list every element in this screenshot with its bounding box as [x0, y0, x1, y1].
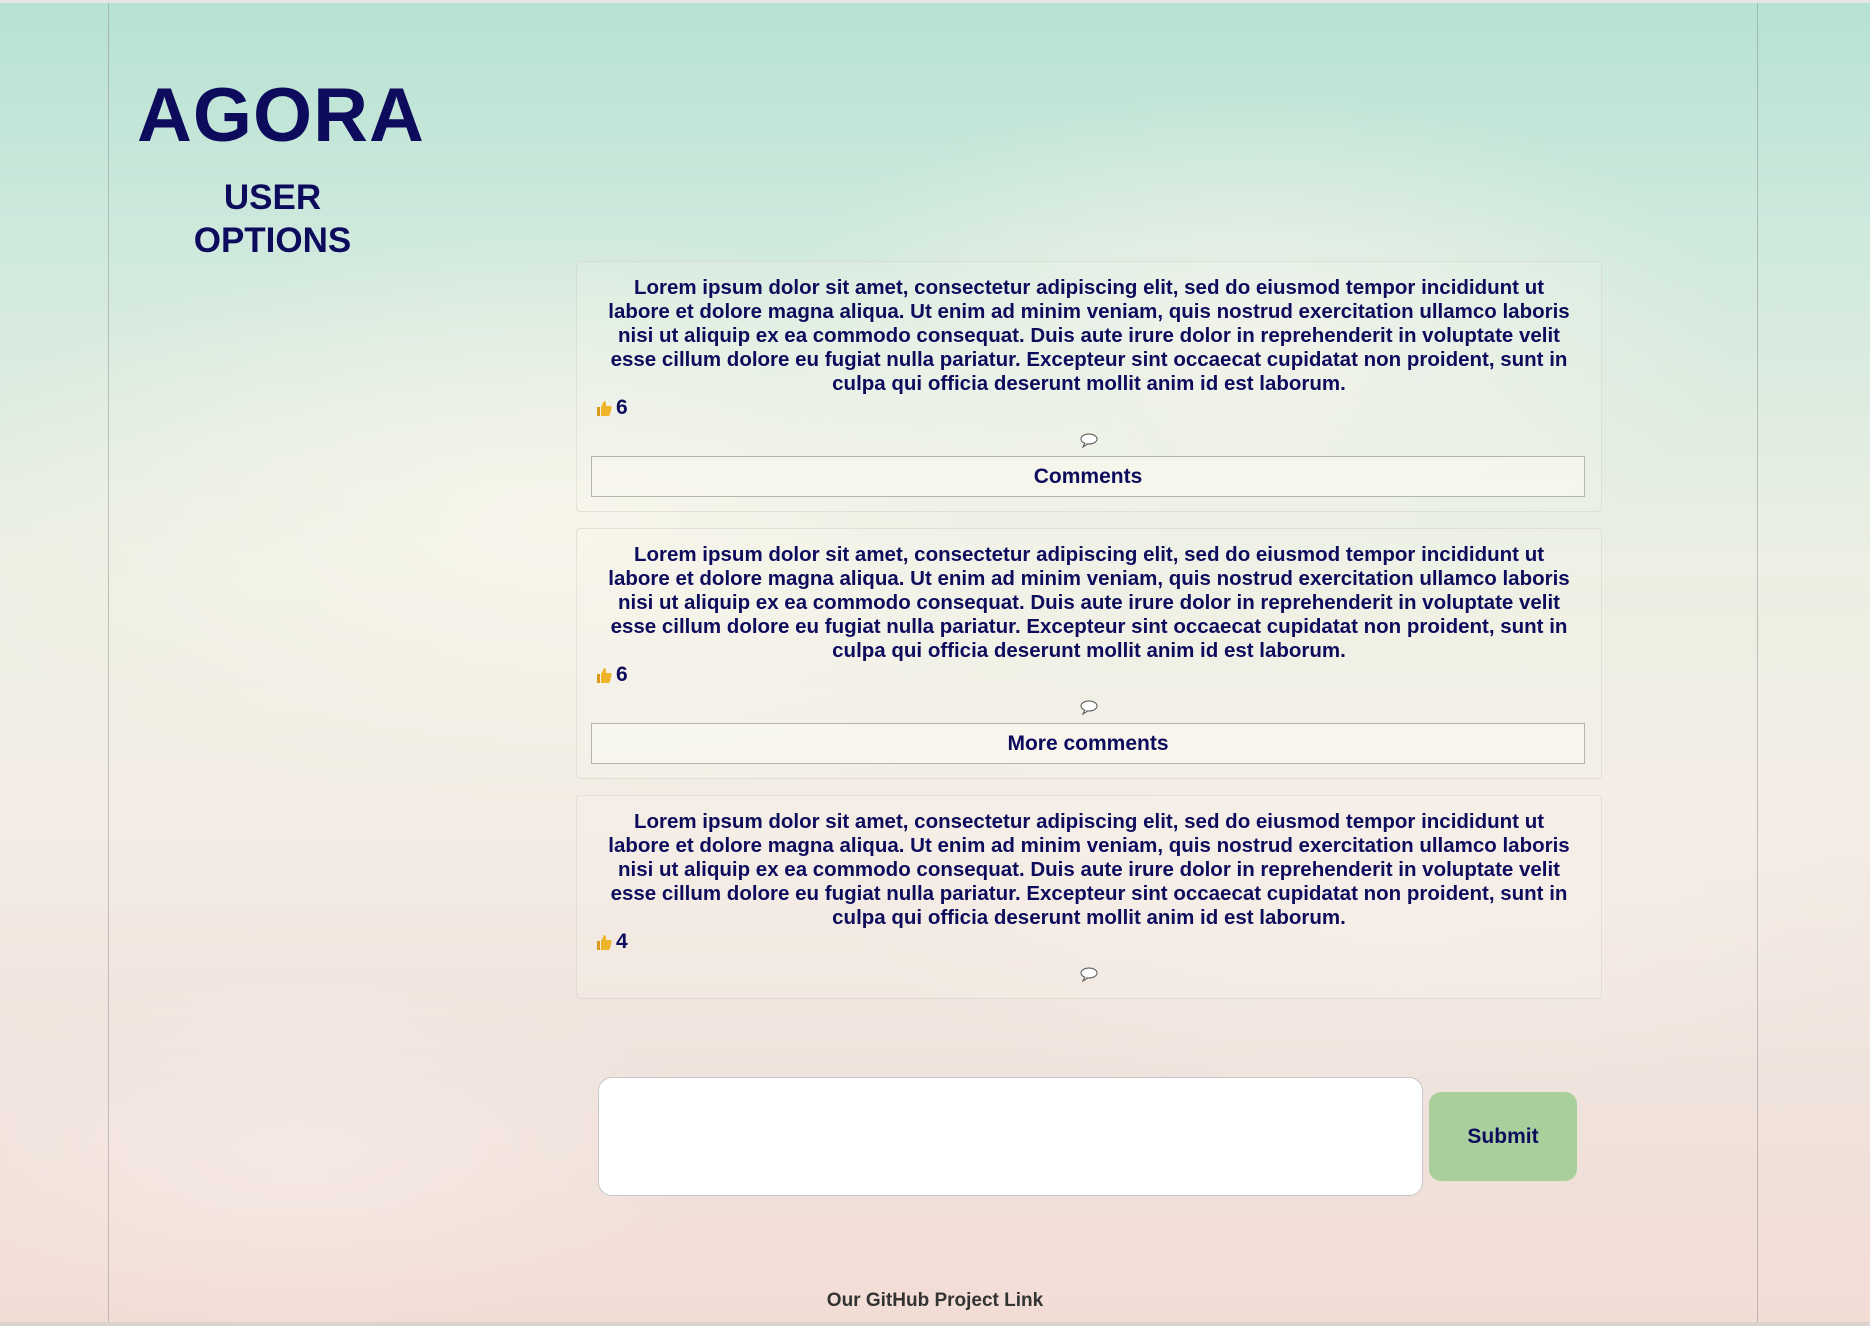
like-count: 4	[616, 930, 628, 953]
github-project-link[interactable]: Our GitHub Project Link	[0, 1290, 1870, 1312]
speech-bubble-icon[interactable]	[1079, 432, 1099, 448]
thumbs-up-icon[interactable]	[596, 666, 612, 684]
post-text: Lorem ipsum dolor sit amet, consectetur …	[608, 276, 1570, 395]
post-card: Lorem ipsum dolor sit amet, consectetur …	[576, 528, 1602, 779]
bottom-border	[0, 1322, 1870, 1326]
comments-button[interactable]: Comments	[591, 456, 1585, 497]
speech-bubble-icon[interactable]	[1079, 699, 1099, 715]
top-border	[0, 0, 1870, 3]
left-column-divider	[108, 3, 109, 1323]
post-card: Lorem ipsum dolor sit amet, consectetur …	[576, 795, 1602, 999]
like-counter[interactable]: 6	[591, 663, 1587, 687]
right-column-divider	[1757, 3, 1758, 1323]
more-comments-button[interactable]: More comments	[591, 723, 1585, 764]
site-title: AGORA	[137, 73, 425, 158]
thumbs-up-icon[interactable]	[596, 399, 612, 417]
like-counter[interactable]: 6	[591, 396, 1587, 420]
like-counter[interactable]: 4	[591, 930, 1587, 954]
like-count: 6	[616, 663, 628, 686]
thumbs-up-icon[interactable]	[596, 933, 612, 951]
submit-button[interactable]: Submit	[1429, 1092, 1577, 1181]
post-card: Lorem ipsum dolor sit amet, consectetur …	[576, 261, 1602, 512]
post-text: Lorem ipsum dolor sit amet, consectetur …	[608, 543, 1570, 662]
speech-bubble-icon[interactable]	[1079, 966, 1099, 982]
like-count: 6	[616, 396, 628, 419]
user-options-link[interactable]: USER OPTIONS	[175, 176, 370, 262]
post-input[interactable]	[598, 1077, 1423, 1196]
post-text: Lorem ipsum dolor sit amet, consectetur …	[608, 810, 1570, 929]
post-feed: Lorem ipsum dolor sit amet, consectetur …	[576, 261, 1602, 1015]
